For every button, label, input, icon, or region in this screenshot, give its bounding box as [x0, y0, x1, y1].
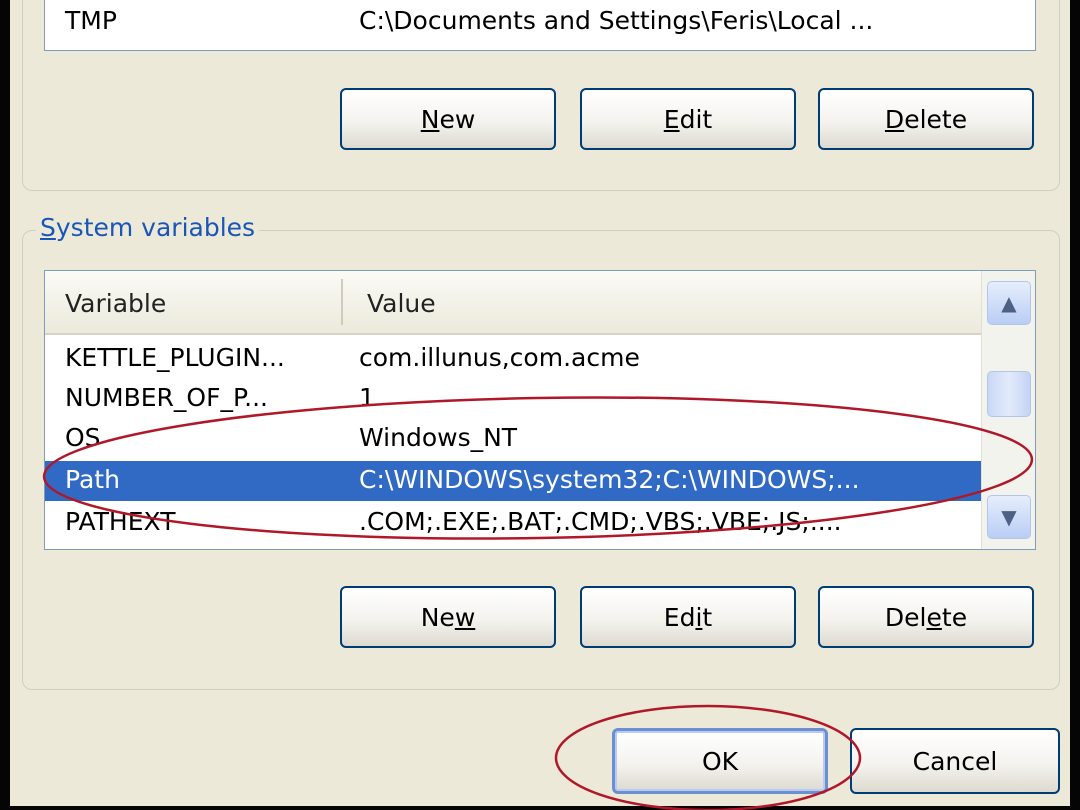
annotation-overlay — [42, 396, 1034, 810]
highlight-ellipse-path-row — [42, 396, 1034, 540]
highlight-ellipse-ok-button — [554, 704, 862, 810]
